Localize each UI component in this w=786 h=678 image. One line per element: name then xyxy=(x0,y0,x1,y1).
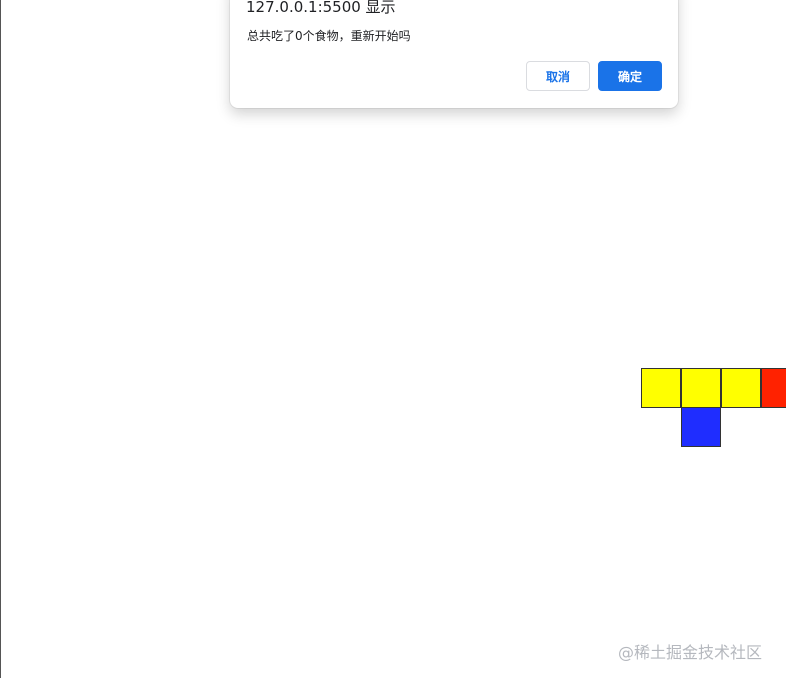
game-page: 127.0.0.1:5500 显示 总共吃了0个食物，重新开始吗 取消 确定 @… xyxy=(0,0,786,678)
dialog-message: 总共吃了0个食物，重新开始吗 xyxy=(247,29,411,43)
alert-dialog: 127.0.0.1:5500 显示 总共吃了0个食物，重新开始吗 取消 确定 xyxy=(230,0,678,108)
snake-body-segment xyxy=(721,368,761,408)
dialog-title: 127.0.0.1:5500 显示 xyxy=(246,0,396,16)
snake-body-segment xyxy=(681,368,721,408)
snake-head xyxy=(761,368,786,408)
snake-body-segment xyxy=(641,368,681,408)
game-board-border xyxy=(0,0,1,678)
watermark-text: @稀土掘金技术社区 xyxy=(618,643,763,662)
food-block xyxy=(681,407,721,447)
cancel-button[interactable]: 取消 xyxy=(526,61,590,91)
confirm-button[interactable]: 确定 xyxy=(598,61,662,91)
